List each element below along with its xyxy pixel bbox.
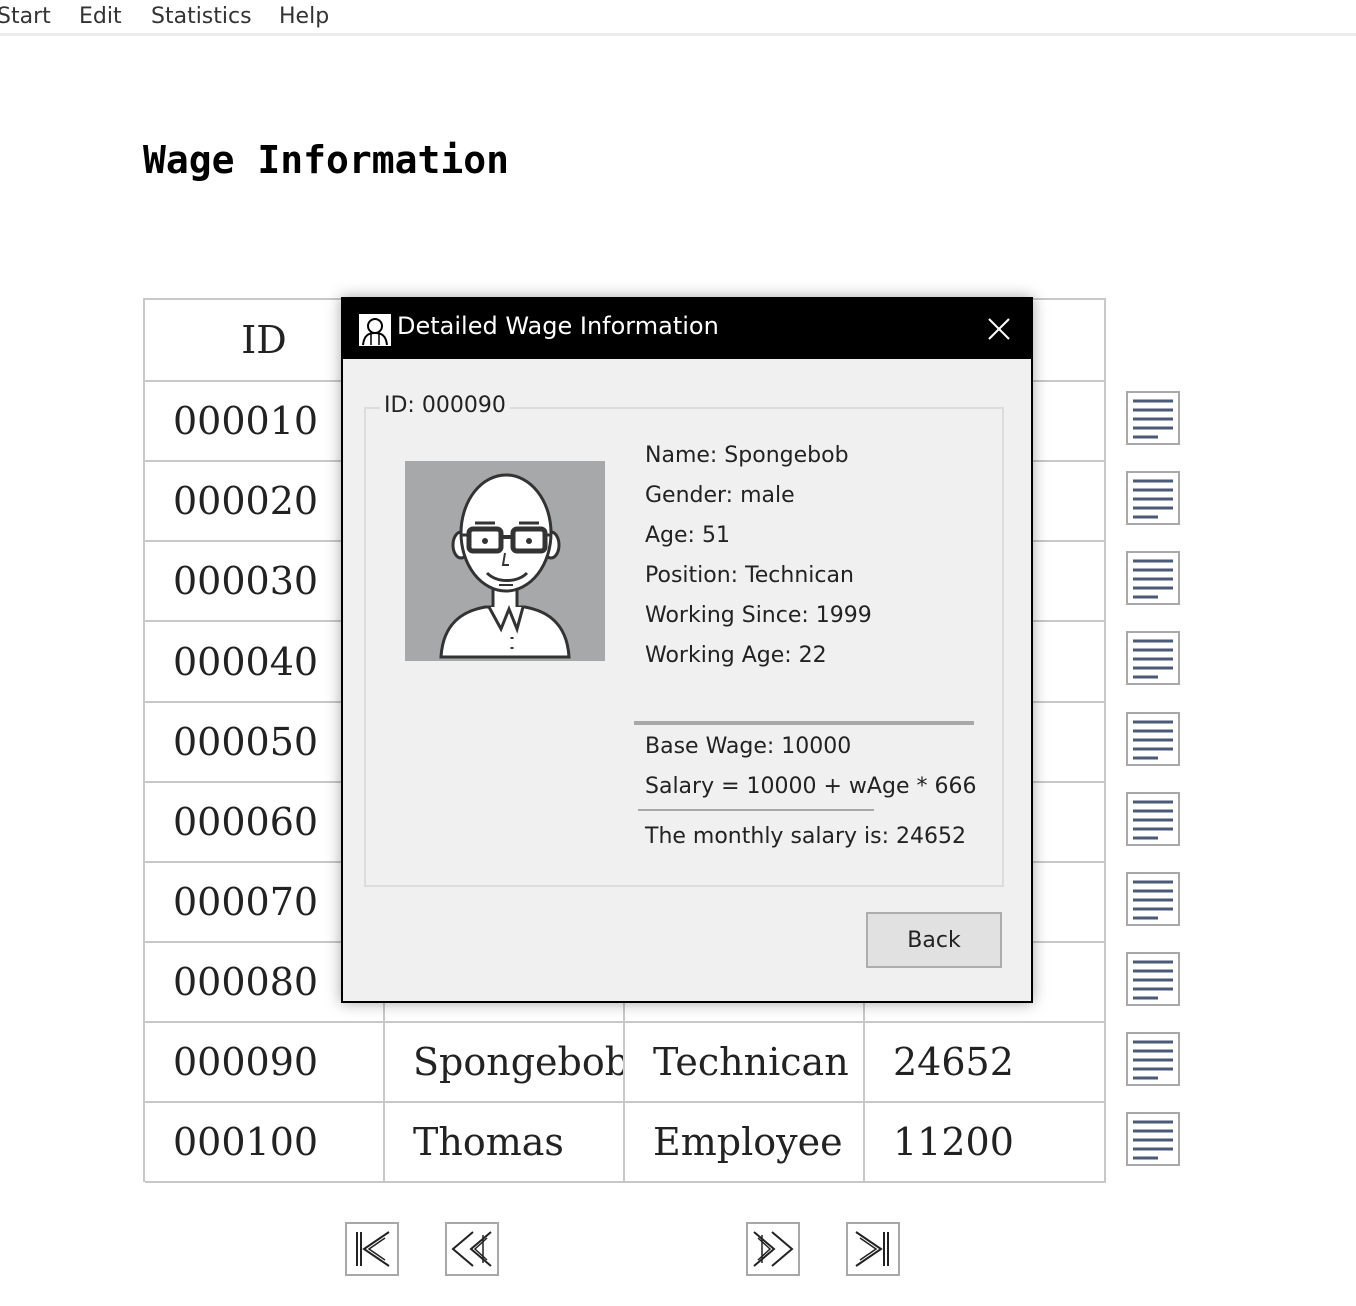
row-detail-button[interactable]: [1126, 391, 1180, 445]
employee-working-since: Working Since: 1999: [645, 603, 872, 628]
employee-gender: Gender: male: [645, 483, 795, 508]
row-id: 000010: [173, 399, 319, 443]
row-salary: 24652: [893, 1040, 1014, 1084]
row-id: 000100: [173, 1120, 319, 1164]
list-details-icon: [1133, 960, 1173, 1000]
list-details-icon: [1133, 880, 1173, 920]
table-row-salary-cell: 11200: [865, 1103, 1106, 1183]
menu-edit[interactable]: Edit: [79, 4, 122, 29]
row-position: Technican: [653, 1040, 849, 1084]
employee-age: Age: 51: [645, 523, 730, 548]
dialog-close-button[interactable]: [983, 313, 1015, 345]
row-id: 000060: [173, 800, 319, 844]
employee-position: Position: Technican: [645, 563, 854, 588]
next-page-button[interactable]: [746, 1222, 800, 1276]
section-divider: [634, 721, 974, 725]
last-page-icon: [855, 1231, 889, 1267]
employee-name: Name: Spongebob: [645, 443, 849, 468]
employee-details-group: ID: 000090 Name: Spongebob Gender: male …: [364, 393, 1004, 887]
user-app-icon: [359, 314, 391, 346]
row-id: 000080: [173, 960, 319, 1004]
row-id: 000020: [173, 479, 319, 523]
menu-help[interactable]: Help: [279, 4, 329, 29]
dialog-title: Detailed Wage Information: [397, 312, 719, 340]
row-detail-button[interactable]: [1126, 792, 1180, 846]
table-row-position-cell: Employee: [625, 1103, 865, 1183]
row-detail-button[interactable]: [1126, 872, 1180, 926]
last-page-button[interactable]: [846, 1222, 900, 1276]
first-page-button[interactable]: [345, 1222, 399, 1276]
menu-start[interactable]: Start: [0, 4, 51, 29]
table-row-position-cell: Technican: [625, 1023, 865, 1103]
back-button[interactable]: Back: [866, 912, 1002, 968]
row-detail-button[interactable]: [1126, 712, 1180, 766]
table-row-id-cell: 000090: [145, 1023, 385, 1103]
row-id: 000040: [173, 639, 319, 684]
monthly-salary: The monthly salary is: 24652: [645, 824, 966, 849]
row-name: Spongebob: [413, 1040, 625, 1084]
first-page-icon: [356, 1231, 390, 1267]
row-name: Thomas: [413, 1120, 564, 1164]
close-icon: [988, 318, 1010, 340]
base-wage: Base Wage: 10000: [645, 734, 852, 759]
row-id: 000090: [173, 1040, 319, 1084]
list-details-icon: [1133, 720, 1173, 760]
row-detail-button[interactable]: [1126, 471, 1180, 525]
table-row-id-cell: 000100: [145, 1103, 385, 1183]
row-detail-button[interactable]: [1126, 952, 1180, 1006]
list-details-icon: [1133, 1040, 1173, 1080]
list-details-icon: [1133, 559, 1173, 599]
table-row-salary-cell: 24652: [865, 1023, 1106, 1103]
row-detail-button[interactable]: [1126, 631, 1180, 685]
salary-formula: Salary = 10000 + wAge * 666: [645, 774, 977, 799]
page-title: Wage Information: [143, 138, 510, 182]
group-id-label: ID: 000090: [380, 393, 510, 418]
previous-page-button[interactable]: [445, 1222, 499, 1276]
detail-dialog: Detailed Wage Information ID: 000090 Nam…: [341, 297, 1033, 1003]
person-avatar: [405, 461, 605, 661]
list-details-icon: [1133, 639, 1173, 679]
menu-bar: Start Edit Statistics Help: [0, 0, 1356, 36]
next-page-icon: [753, 1231, 794, 1267]
formula-divider: [638, 809, 874, 811]
row-id: 000050: [173, 720, 319, 764]
row-detail-button[interactable]: [1126, 551, 1180, 605]
column-header-id-label: ID: [241, 318, 287, 362]
list-details-icon: [1133, 479, 1173, 519]
employee-working-age: Working Age: 22: [645, 643, 827, 668]
table-row-name-cell: Thomas: [385, 1103, 625, 1183]
row-id: 000070: [173, 880, 319, 924]
list-details-icon: [1133, 800, 1173, 840]
menu-statistics[interactable]: Statistics: [151, 4, 252, 29]
row-id: 000030: [173, 559, 319, 603]
row-detail-button[interactable]: [1126, 1032, 1180, 1086]
list-details-icon: [1133, 399, 1173, 439]
row-salary: 11200: [893, 1120, 1014, 1164]
table-row-name-cell: Spongebob: [385, 1023, 625, 1103]
row-detail-button[interactable]: [1126, 1112, 1180, 1166]
list-details-icon: [1133, 1120, 1173, 1160]
dialog-titlebar: Detailed Wage Information: [343, 299, 1031, 359]
previous-page-icon: [451, 1231, 492, 1267]
row-position: Employee: [653, 1120, 843, 1164]
